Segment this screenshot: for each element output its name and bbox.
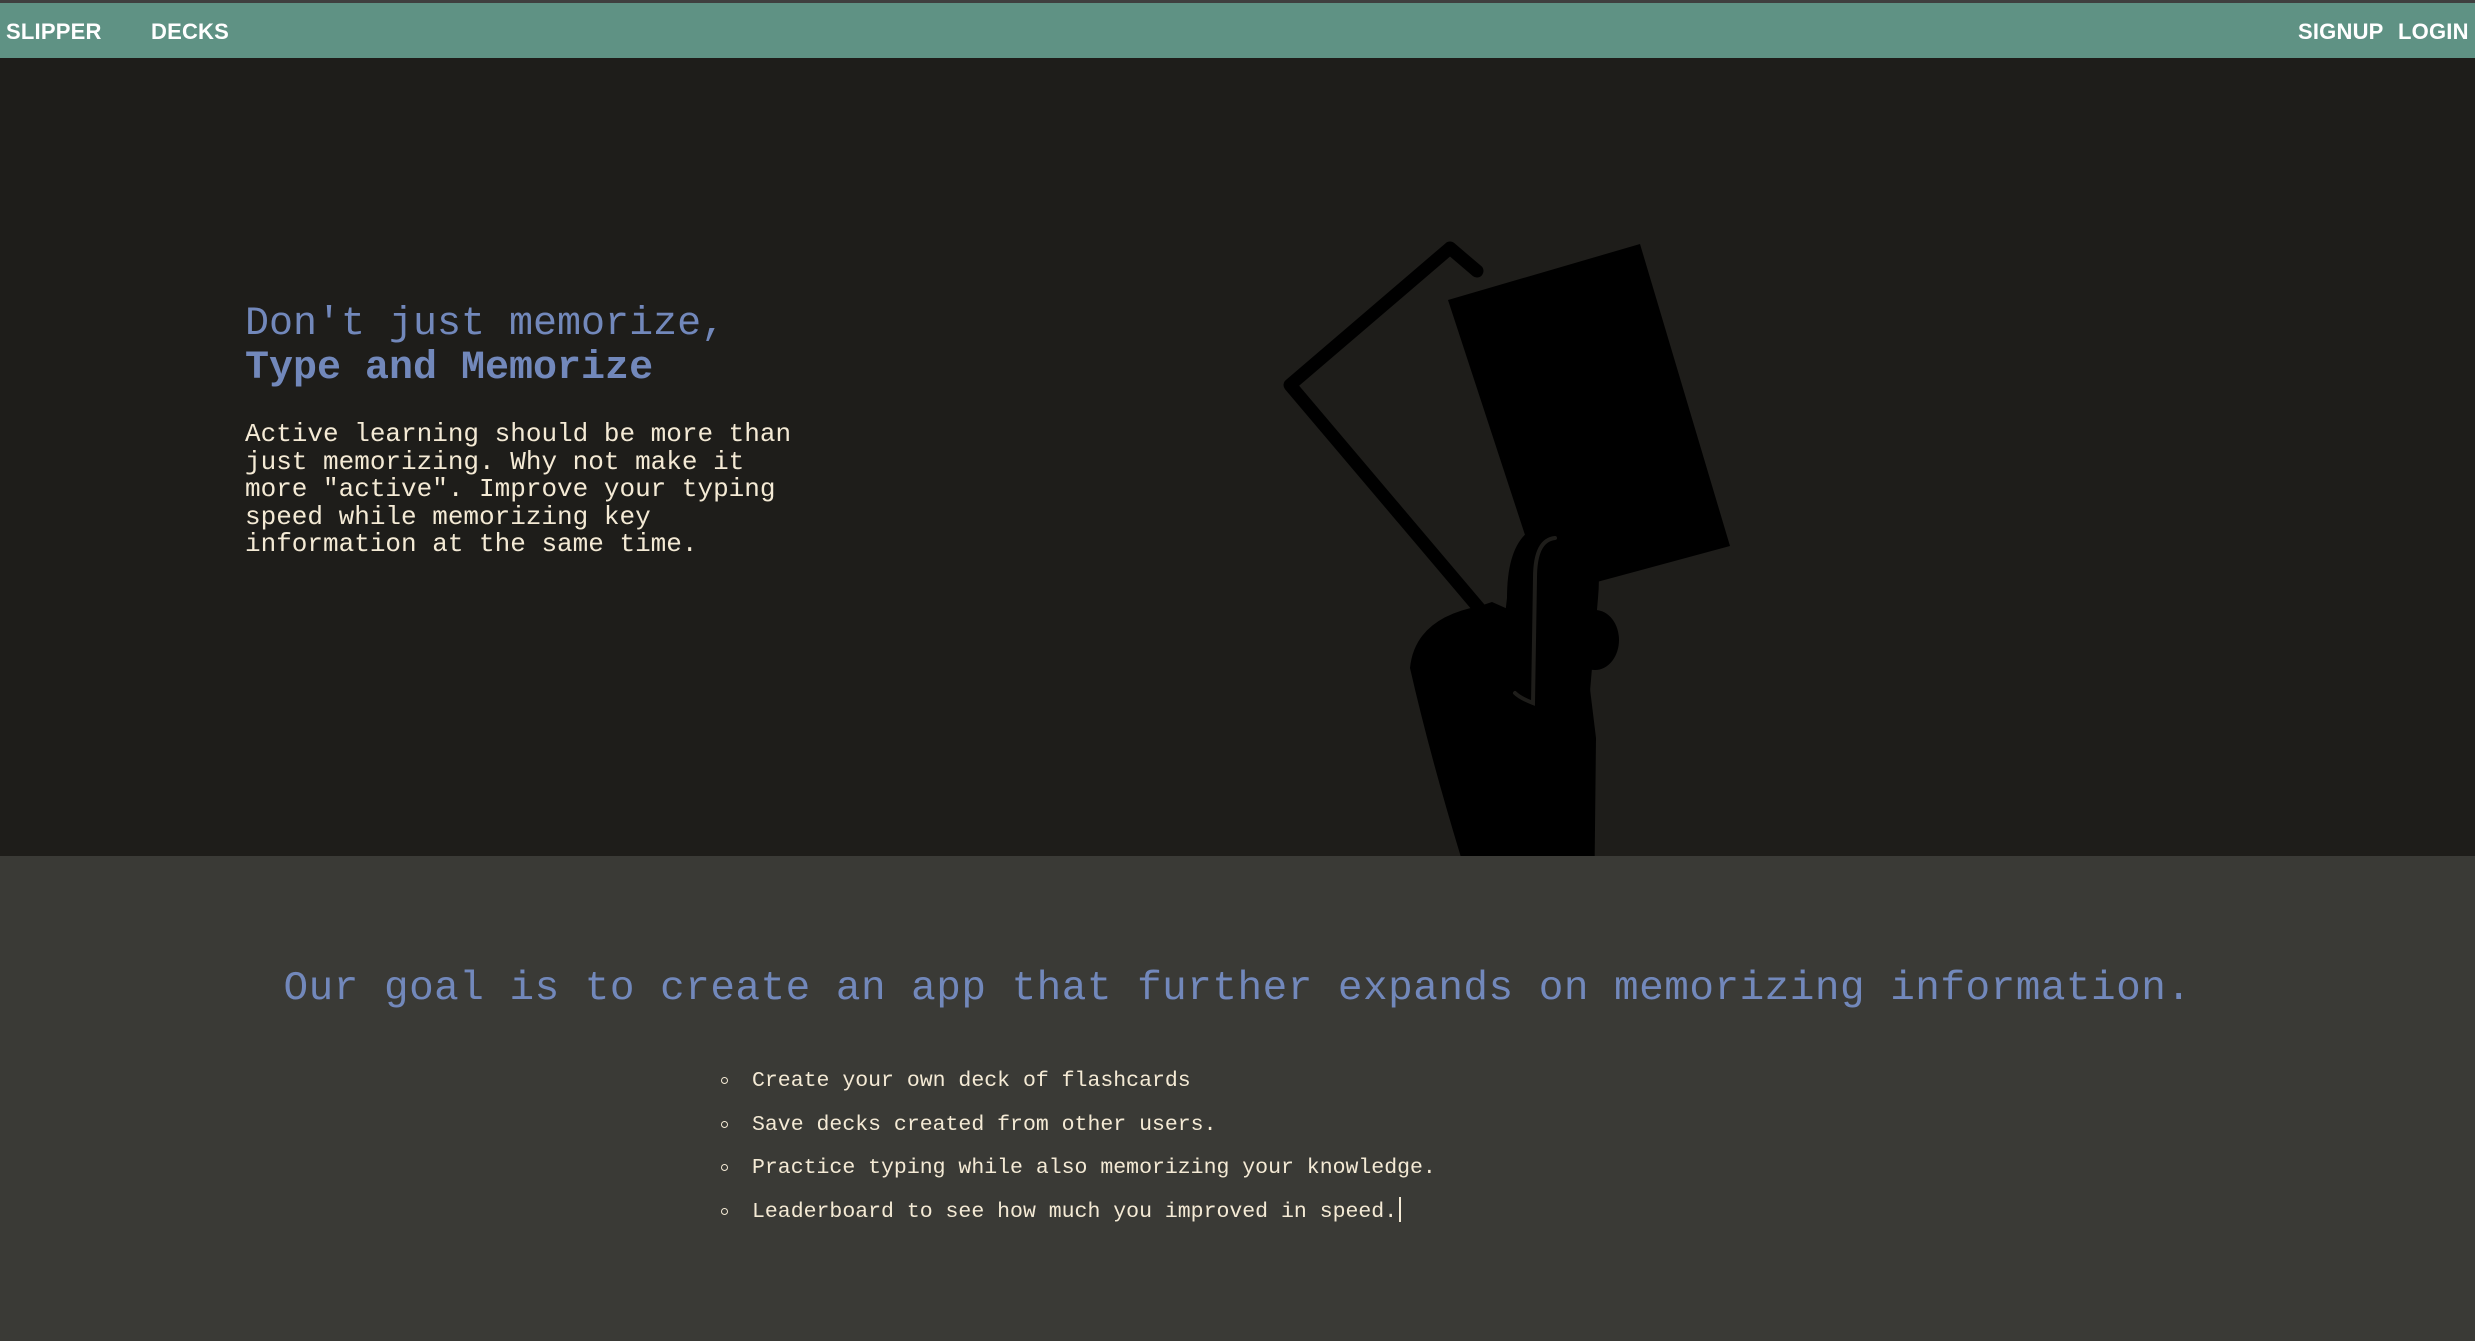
nav-link-signup[interactable]: SIGNUP — [2298, 19, 2384, 45]
hero-headline-line2: Type and Memorize — [245, 346, 654, 391]
hero-text-block: Don't just memorize, Type and Memorize A… — [245, 303, 845, 559]
hero-description: Active learning should be more than just… — [245, 419, 792, 559]
feature-item: Create your own deck of flashcards — [715, 1066, 1436, 1110]
feature-item: Practice typing while also memorizing yo… — [715, 1153, 1436, 1197]
hero-headline-line1: Don't just memorize, — [245, 302, 726, 347]
goals-section: Our goal is to create an app that furthe… — [0, 856, 2475, 1341]
goal-heading: Our goal is to create an app that furthe… — [283, 966, 2192, 1012]
top-navbar: SLIPPER DECKS SIGNUP LOGIN — [0, 0, 2475, 58]
text-cursor — [1399, 1196, 1402, 1222]
hand-holding-cards-icon — [1283, 241, 1730, 856]
circle-bullet-icon — [721, 1077, 728, 1084]
feature-item: Save decks created from other users. — [715, 1110, 1436, 1154]
feature-item: Leaderboard to see how much you improved… — [715, 1196, 1436, 1241]
circle-bullet-icon — [721, 1207, 728, 1215]
feature-text: Create your own deck of flashcards — [752, 1069, 1191, 1093]
feature-text: Practice typing while also memorizing yo… — [752, 1156, 1436, 1181]
circle-bullet-icon — [721, 1164, 728, 1172]
brand-link[interactable]: SLIPPER — [6, 19, 102, 45]
feature-text: Leaderboard to see how much you improved… — [752, 1199, 1398, 1224]
feature-list: Create your own deck of flashcards Save … — [715, 1066, 1436, 1240]
hero-section: Don't just memorize, Type and Memorize A… — [0, 58, 2475, 856]
feature-text: Save decks created from other users. — [752, 1112, 1217, 1137]
nav-link-login[interactable]: LOGIN — [2398, 19, 2469, 45]
circle-bullet-icon — [721, 1120, 728, 1128]
nav-link-decks[interactable]: DECKS — [151, 19, 229, 45]
